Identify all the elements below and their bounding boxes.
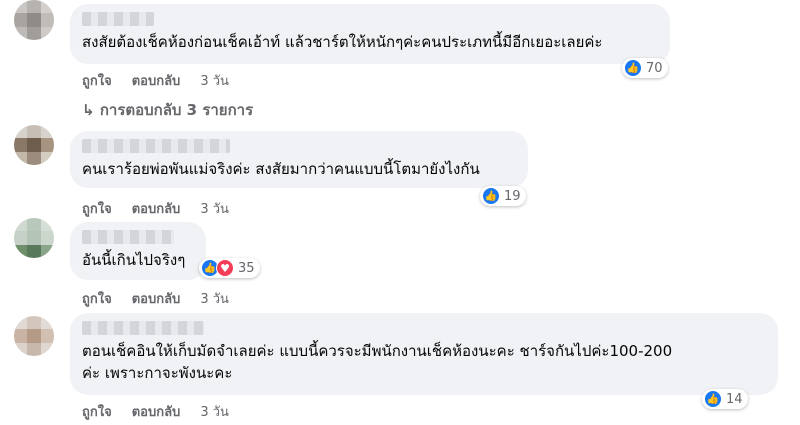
reply-button[interactable]: ตอบกลับ — [132, 70, 181, 91]
like-button[interactable]: ถูกใจ — [82, 288, 112, 309]
timestamp[interactable]: 3 วัน — [200, 70, 229, 91]
comment-text: สงสัยต้องเช็คห้องก่อนเช็คเอ้าท์ แล้วชาร์… — [82, 33, 603, 51]
comment-bubble: อันนี้เกินไปจริงๆ — [70, 222, 206, 280]
comment-actions: ถูกใจ ตอบกลับ 3 วัน — [82, 401, 229, 422]
reaction-count: 19 — [504, 188, 521, 204]
comment-text: คนเราร้อยพ่อพันแม่จริงค่ะ สงสัยมากว่าคนแ… — [82, 160, 480, 178]
reply-button[interactable]: ตอบกลับ — [132, 198, 181, 219]
like-icon: 👍 — [704, 390, 722, 408]
reply-button[interactable]: ตอบกลับ — [132, 401, 181, 422]
comment-bubble: สงสัยต้องเช็คห้องก่อนเช็คเอ้าท์ แล้วชาร์… — [70, 4, 670, 64]
like-button[interactable]: ถูกใจ — [82, 70, 112, 91]
avatar[interactable] — [14, 316, 54, 356]
comment-text-line-2: ค่ะ เพราะกาจะพังนะคะ — [82, 364, 233, 382]
timestamp[interactable]: 3 วัน — [200, 198, 229, 219]
reaction-summary[interactable]: 👍 ♥ 35 — [199, 258, 260, 278]
comment-bubble: คนเราร้อยพ่อพันแม่จริงค่ะ สงสัยมากว่าคนแ… — [70, 131, 528, 188]
like-icon: 👍 — [624, 59, 642, 77]
commenter-name[interactable] — [82, 230, 174, 244]
comment-actions: ถูกใจ ตอบกลับ 3 วัน — [82, 70, 229, 91]
reaction-count: 14 — [726, 391, 743, 407]
reaction-summary[interactable]: 👍 70 — [622, 58, 668, 78]
commenter-name[interactable] — [82, 321, 204, 335]
comment-text: อันนี้เกินไปจริงๆ — [82, 251, 186, 269]
reply-arrow-icon: ↳ — [82, 101, 95, 119]
view-replies-link[interactable]: ↳ การตอบกลับ 3 รายการ — [82, 98, 253, 122]
avatar[interactable] — [14, 125, 54, 165]
love-icon: ♥ — [216, 259, 234, 277]
like-button[interactable]: ถูกใจ — [82, 401, 112, 422]
reaction-summary[interactable]: 👍 14 — [702, 389, 748, 409]
reply-button[interactable]: ตอบกลับ — [132, 288, 181, 309]
avatar[interactable] — [14, 0, 54, 40]
comment-actions: ถูกใจ ตอบกลับ 3 วัน — [82, 288, 229, 309]
like-button[interactable]: ถูกใจ — [82, 198, 112, 219]
reaction-count: 35 — [238, 260, 255, 276]
reaction-count: 70 — [646, 60, 663, 76]
avatar[interactable] — [14, 218, 54, 258]
view-replies-label: การตอบกลับ 3 รายการ — [99, 101, 254, 119]
like-icon: 👍 — [482, 187, 500, 205]
comment-bubble: ตอนเช็คอินให้เก็บมัดจำเลยค่ะ แบบนี้ควรจะ… — [70, 313, 778, 395]
comment-actions: ถูกใจ ตอบกลับ 3 วัน — [82, 198, 229, 219]
comment-text-line-1: ตอนเช็คอินให้เก็บมัดจำเลยค่ะ แบบนี้ควรจะ… — [82, 342, 673, 360]
commenter-name[interactable] — [82, 139, 230, 153]
commenter-name[interactable] — [82, 12, 154, 26]
timestamp[interactable]: 3 วัน — [200, 401, 229, 422]
reaction-summary[interactable]: 👍 19 — [480, 186, 526, 206]
timestamp[interactable]: 3 วัน — [200, 288, 229, 309]
